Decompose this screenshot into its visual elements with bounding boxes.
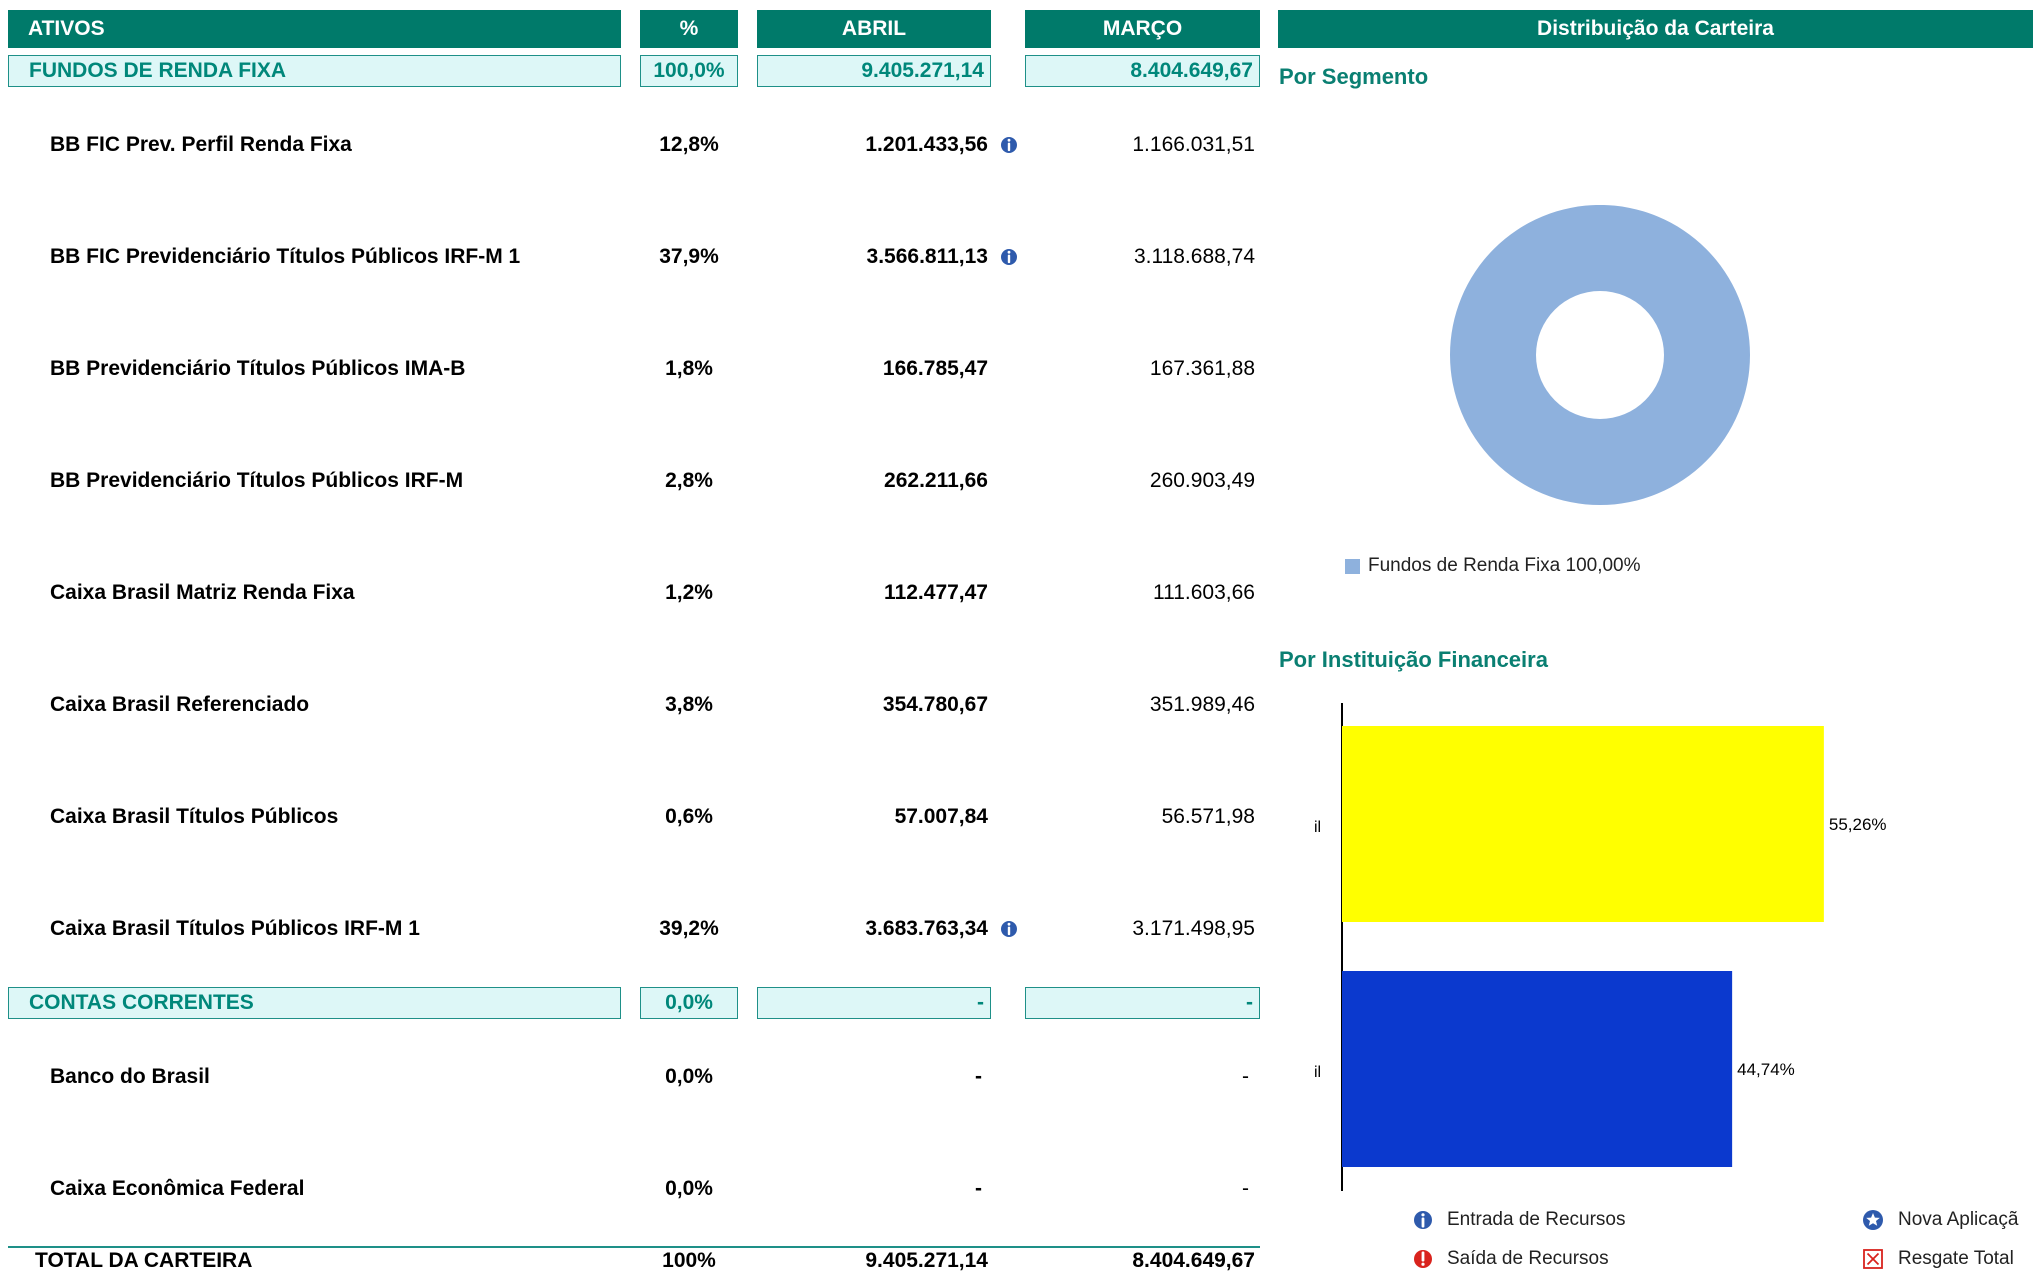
fund-pct: 3,8% (665, 693, 713, 716)
saida-icon (1414, 1250, 1432, 1268)
category-contas-marco: - (1025, 987, 1260, 1019)
header-pct: % (640, 10, 738, 48)
account-marco: - (1242, 1065, 1249, 1088)
donut-legend-label: Fundos de Renda Fixa 100,00% (1368, 555, 1641, 576)
legend-resgate-label: Resgate Total (1898, 1248, 2014, 1269)
header-marco: MARÇO (1025, 10, 1260, 48)
bar-chart: 55,26% il 44,74% il (1314, 703, 1887, 1191)
category-fundos-marco: 8.404.649,67 (1025, 55, 1260, 87)
bar-1 (1342, 726, 1824, 922)
legend-nova-label: Nova Aplicaçã (1898, 1209, 2019, 1230)
fund-abril: 166.785,47 (882, 357, 988, 380)
fund-name: BB FIC Prev. Perfil Renda Fixa (50, 133, 352, 156)
legend-resgate: Resgate Total (1862, 1248, 2014, 1270)
fund-pct: 0,6% (665, 805, 713, 828)
fund-abril: 262.211,66 (884, 469, 988, 492)
account-name: Banco do Brasil (50, 1065, 210, 1088)
donut-legend-swatch (1345, 558, 1360, 574)
legend-entrada: Entrada de Recursos (1413, 1209, 1626, 1231)
fund-name: BB Previdenciário Títulos Públicos IMA-B (50, 357, 466, 380)
bar-group: 55,26% il 44,74% il (1314, 726, 1887, 1167)
segment-title: Por Segmento (1279, 64, 1429, 89)
fund-abril: 3.566.811,13 (866, 245, 988, 268)
category-fundos-pct: 100,0% (640, 55, 738, 87)
account-abril: - (975, 1065, 982, 1088)
fund-marco: 56.571,98 (1161, 805, 1255, 828)
fund-marco: 3.118.688,74 (1133, 245, 1255, 268)
category-contas-pct: 0,0% (640, 987, 738, 1019)
fund-abril: 57.007,84 (894, 805, 988, 828)
fund-pct: 39,2% (659, 917, 719, 940)
category-contas-abril: - (757, 987, 991, 1019)
bar-2 (1342, 971, 1733, 1167)
fund-pct: 2,8% (665, 469, 713, 492)
donut-slice-fundos (1450, 205, 1750, 505)
entrada-icon (1001, 137, 1017, 153)
resgate-total-icon (1863, 1249, 1883, 1269)
fund-name: Caixa Brasil Matriz Renda Fixa (50, 581, 355, 604)
legend-entrada-label: Entrada de Recursos (1447, 1209, 1626, 1230)
fund-abril: 3.683.763,34 (865, 917, 988, 940)
entrada-icon (1414, 1211, 1432, 1229)
fund-abril: 112.477,47 (884, 581, 988, 604)
fund-pct: 37,9% (659, 245, 719, 268)
legend-saida: Saída de Recursos (1413, 1248, 1609, 1270)
fund-marco: 111.603,66 (1153, 581, 1255, 604)
account-marco: - (1242, 1177, 1249, 1200)
fund-abril: 1.201.433,56 (865, 133, 988, 156)
fund-name: Caixa Brasil Referenciado (50, 693, 310, 716)
fund-pct: 12,8% (659, 133, 719, 156)
fund-name: BB Previdenciário Títulos Públicos IRF-M (50, 469, 464, 492)
donut-legend: Fundos de Renda Fixa 100,00% (1345, 555, 1641, 577)
fund-pct: 1,8% (665, 357, 713, 380)
fund-marco: 3.171.498,95 (1132, 917, 1255, 940)
bar-data-label: 55,26% (1829, 815, 1887, 834)
bar-data-label: 44,74% (1737, 1060, 1795, 1079)
fund-name: BB FIC Previdenciário Títulos Públicos I… (50, 245, 521, 268)
header-distribuicao: Distribuição da Carteira (1278, 10, 2033, 48)
category-contas-name: CONTAS CORRENTES (8, 987, 621, 1019)
bar-category-label: il (1314, 819, 1321, 836)
fund-marco: 167.361,88 (1149, 357, 1255, 380)
fund-abril: 354.780,67 (882, 693, 988, 716)
account-abril: - (975, 1177, 982, 1200)
bar-category-label: il (1314, 1064, 1321, 1081)
category-fundos-abril: 9.405.271,14 (757, 55, 991, 87)
institution-title: Por Instituição Financeira (1279, 647, 1548, 672)
entrada-icon (1001, 249, 1017, 265)
header-ativos: ATIVOS (8, 10, 621, 48)
fund-name: Caixa Brasil Títulos Públicos IRF-M 1 (50, 917, 420, 940)
fund-name: Caixa Brasil Títulos Públicos (50, 805, 339, 828)
fund-pct: 1,2% (665, 581, 713, 604)
account-pct: 0,0% (665, 1065, 713, 1088)
account-pct: 0,0% (665, 1177, 713, 1200)
account-name: Caixa Econômica Federal (50, 1177, 305, 1200)
legend-saida-label: Saída de Recursos (1447, 1248, 1609, 1269)
legend-nova: Nova Aplicaçã (1862, 1209, 2018, 1231)
donut-chart (1450, 205, 1750, 505)
nova-aplicacao-icon (1863, 1210, 1883, 1230)
category-fundos-name: FUNDOS DE RENDA FIXA (8, 55, 621, 87)
fund-marco: 1.166.031,51 (1132, 133, 1255, 156)
fund-marco: 351.989,46 (1149, 693, 1255, 716)
entrada-icon (1001, 921, 1017, 937)
fund-marco: 260.903,49 (1149, 469, 1255, 492)
header-abril: ABRIL (757, 10, 991, 48)
